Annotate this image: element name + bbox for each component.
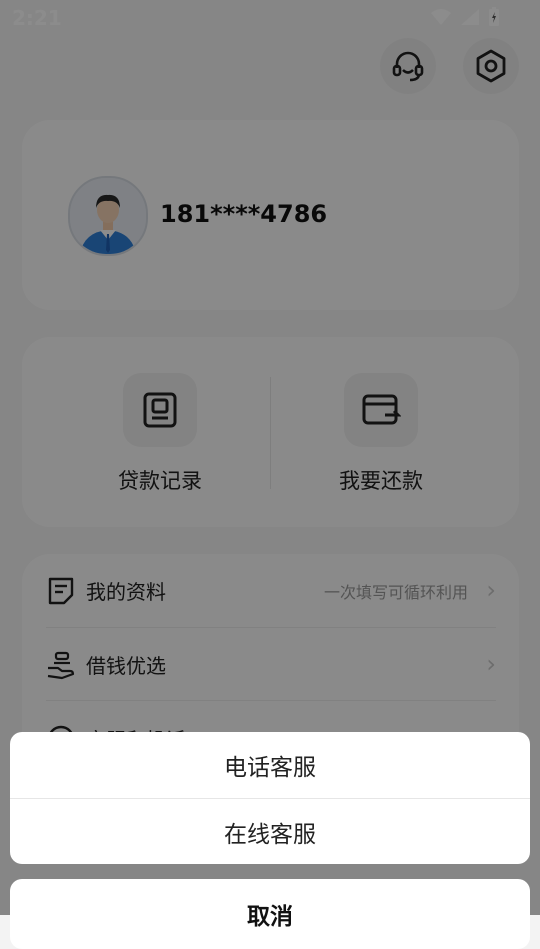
cancel-button[interactable]: 取消 bbox=[10, 879, 530, 949]
phone-support-option[interactable]: 电话客服 bbox=[10, 732, 530, 798]
action-sheet: 电话客服 在线客服 bbox=[10, 732, 530, 864]
online-support-option[interactable]: 在线客服 bbox=[10, 799, 530, 864]
